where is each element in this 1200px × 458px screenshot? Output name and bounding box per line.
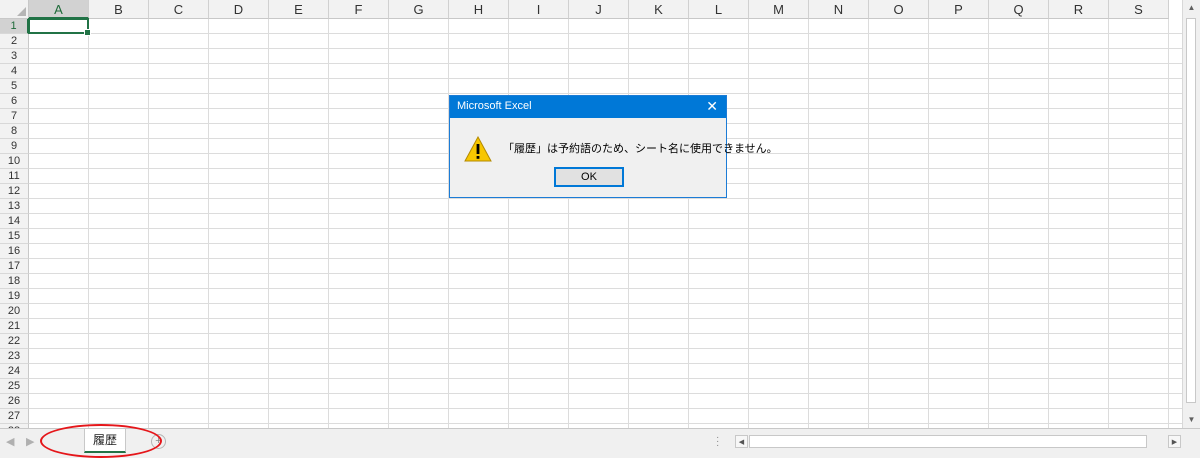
horizontal-scrollbar[interactable]: ◀ ▶: [735, 435, 1181, 449]
selected-cell-a1[interactable]: [28, 18, 91, 36]
row-header-27[interactable]: 27: [0, 409, 29, 424]
row-header-22[interactable]: 22: [0, 334, 29, 349]
scroll-down-arrow-icon[interactable]: ▼: [1185, 414, 1198, 426]
row-header-15[interactable]: 15: [0, 229, 29, 244]
row-header-19[interactable]: 19: [0, 289, 29, 304]
row-header-3[interactable]: 3: [0, 49, 29, 64]
column-header-i[interactable]: I: [509, 0, 569, 19]
column-header-m[interactable]: M: [749, 0, 809, 19]
column-header-j[interactable]: J: [569, 0, 629, 19]
vertical-scrollbar[interactable]: ▲ ▼: [1182, 0, 1200, 428]
dialog-titlebar[interactable]: Microsoft Excel ✕: [450, 96, 726, 118]
row-header-9[interactable]: 9: [0, 139, 29, 154]
row-header-13[interactable]: 13: [0, 199, 29, 214]
column-header-n[interactable]: N: [809, 0, 869, 19]
column-header-b[interactable]: B: [89, 0, 149, 19]
sheet-tab-bar: ◀ ▶ 履歴 + · · · ◀ ▶: [0, 428, 1200, 458]
row-header-25[interactable]: 25: [0, 379, 29, 394]
dialog-message: 「履歴」は予約語のため、シート名に使用できません。: [503, 142, 778, 155]
ok-button[interactable]: OK: [554, 167, 624, 187]
add-sheet-icon[interactable]: +: [151, 434, 166, 449]
column-header-d[interactable]: D: [209, 0, 269, 19]
column-header-s[interactable]: S: [1109, 0, 1169, 19]
row-header-2[interactable]: 2: [0, 34, 29, 49]
row-header-8[interactable]: 8: [0, 124, 29, 139]
dialog-title: Microsoft Excel: [457, 100, 532, 112]
row-header-7[interactable]: 7: [0, 109, 29, 124]
cell-area[interactable]: [29, 19, 1182, 428]
column-header-e[interactable]: E: [269, 0, 329, 19]
row-header-1[interactable]: 1: [0, 19, 29, 34]
row-header-10[interactable]: 10: [0, 154, 29, 169]
column-header-l[interactable]: L: [689, 0, 749, 19]
column-header-a[interactable]: A: [29, 0, 89, 19]
row-header-5[interactable]: 5: [0, 79, 29, 94]
fill-handle[interactable]: [84, 29, 91, 36]
column-header-p[interactable]: P: [929, 0, 989, 19]
row-header-23[interactable]: 23: [0, 349, 29, 364]
row-header-16[interactable]: 16: [0, 244, 29, 259]
row-header-20[interactable]: 20: [0, 304, 29, 319]
prev-sheet-icon[interactable]: ◀: [6, 435, 14, 448]
column-header-o[interactable]: O: [869, 0, 929, 19]
column-header-k[interactable]: K: [629, 0, 689, 19]
scroll-left-arrow-icon[interactable]: ◀: [735, 435, 748, 448]
error-dialog: Microsoft Excel ✕ 「履歴」は予約語のため、シート名に使用できま…: [449, 95, 778, 198]
scroll-right-arrow-icon[interactable]: ▶: [1168, 435, 1181, 448]
row-header-26[interactable]: 26: [0, 394, 29, 409]
row-header-6[interactable]: 6: [0, 94, 29, 109]
column-header-g[interactable]: G: [389, 0, 449, 19]
vertical-scroll-thumb[interactable]: [1186, 18, 1196, 403]
column-header-f[interactable]: F: [329, 0, 389, 19]
row-header-18[interactable]: 18: [0, 274, 29, 289]
column-header-r[interactable]: R: [1049, 0, 1109, 19]
row-header-17[interactable]: 17: [0, 259, 29, 274]
sheet-tab[interactable]: 履歴: [84, 429, 126, 453]
row-header-12[interactable]: 12: [0, 184, 29, 199]
column-header-h[interactable]: H: [449, 0, 509, 19]
close-icon[interactable]: ✕: [706, 98, 718, 115]
tab-splitter-handle[interactable]: · · ·: [716, 433, 719, 451]
row-header-24[interactable]: 24: [0, 364, 29, 379]
row-header-11[interactable]: 11: [0, 169, 29, 184]
column-header-c[interactable]: C: [149, 0, 209, 19]
select-all-button[interactable]: [0, 0, 29, 19]
row-header-4[interactable]: 4: [0, 64, 29, 79]
horizontal-scroll-thumb[interactable]: [749, 435, 1147, 448]
next-sheet-icon[interactable]: ▶: [26, 435, 34, 448]
column-header-q[interactable]: Q: [989, 0, 1049, 19]
warning-icon: [464, 136, 492, 162]
worksheet-grid: ABCDEFGHIJKLMNOPQRS 1 2 3 4 5 6 7 8 9 10 11 12 13 14 1…: [0, 0, 1182, 428]
row-header-21[interactable]: 21: [0, 319, 29, 334]
row-header-14[interactable]: 14: [0, 214, 29, 229]
scroll-up-arrow-icon[interactable]: ▲: [1185, 2, 1198, 14]
